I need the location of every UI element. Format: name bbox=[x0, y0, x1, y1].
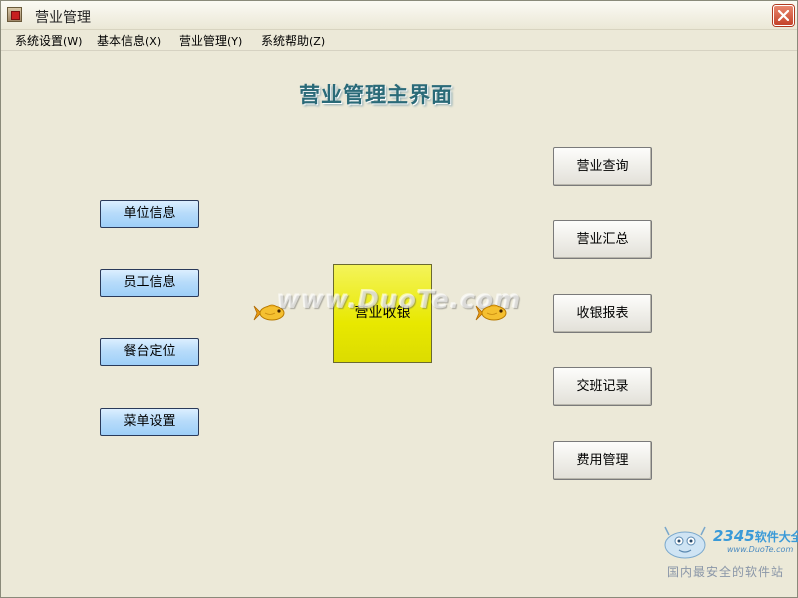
cashier-report-button[interactable]: 收银报表 bbox=[553, 294, 652, 333]
close-icon bbox=[778, 10, 789, 21]
menu-hotkey: (Y) bbox=[227, 35, 243, 48]
menu-bar: 系统设置(W) 基本信息(X) 营业管理(Y) 系统帮助(Z) bbox=[1, 30, 797, 51]
menu-system-help[interactable]: 系统帮助(Z) bbox=[261, 32, 325, 49]
menu-basic-info[interactable]: 基本信息(X) bbox=[97, 32, 161, 49]
logo-brand: 2345软件大全 bbox=[713, 527, 798, 545]
logo-slogan: 国内最安全的软件站 bbox=[667, 565, 785, 579]
site-logo: 2345软件大全 www.DuoTe.com 国内最安全的软件站 bbox=[657, 519, 798, 581]
business-checkout-button[interactable]: 营业收银 bbox=[333, 264, 432, 363]
table-location-button[interactable]: 餐台定位 bbox=[100, 338, 199, 366]
shift-record-button[interactable]: 交班记录 bbox=[553, 367, 652, 406]
page-title: 营业管理主界面 bbox=[299, 83, 453, 107]
logo-brand-name: 软件大全 bbox=[754, 530, 798, 544]
goldfish-arrow-icon bbox=[475, 304, 507, 321]
menu-hotkey: (X) bbox=[145, 35, 162, 48]
menu-hotkey: (Z) bbox=[309, 35, 326, 48]
title-bar[interactable]: 营业管理 bbox=[1, 1, 797, 30]
employee-info-button[interactable]: 员工信息 bbox=[100, 269, 199, 297]
menu-hotkey: (W) bbox=[63, 35, 83, 48]
menu-label: 系统帮助 bbox=[261, 34, 310, 48]
window-title: 营业管理 bbox=[35, 10, 91, 26]
unit-info-button[interactable]: 单位信息 bbox=[100, 200, 199, 228]
logo-brand-number: 2345 bbox=[713, 527, 755, 545]
logo-url: www.DuoTe.com bbox=[727, 545, 794, 554]
business-query-button[interactable]: 营业查询 bbox=[553, 147, 652, 186]
menu-label: 基本信息 bbox=[97, 34, 146, 48]
close-button[interactable] bbox=[773, 5, 794, 26]
menu-label: 系统设置 bbox=[15, 34, 64, 48]
menu-label: 营业管理 bbox=[179, 34, 228, 48]
menu-settings-button[interactable]: 菜单设置 bbox=[100, 408, 199, 436]
menu-system-settings[interactable]: 系统设置(W) bbox=[15, 32, 82, 49]
main-window: 营业管理 系统设置(W) 基本信息(X) 营业管理(Y) 系统帮助(Z) 营业管… bbox=[0, 0, 798, 598]
app-icon[interactable] bbox=[7, 7, 22, 22]
business-summary-button[interactable]: 营业汇总 bbox=[553, 220, 652, 259]
menu-business-management[interactable]: 营业管理(Y) bbox=[179, 32, 242, 49]
mascot-icon bbox=[664, 526, 706, 559]
expense-management-button[interactable]: 费用管理 bbox=[553, 441, 652, 480]
goldfish-arrow-icon bbox=[253, 304, 285, 321]
